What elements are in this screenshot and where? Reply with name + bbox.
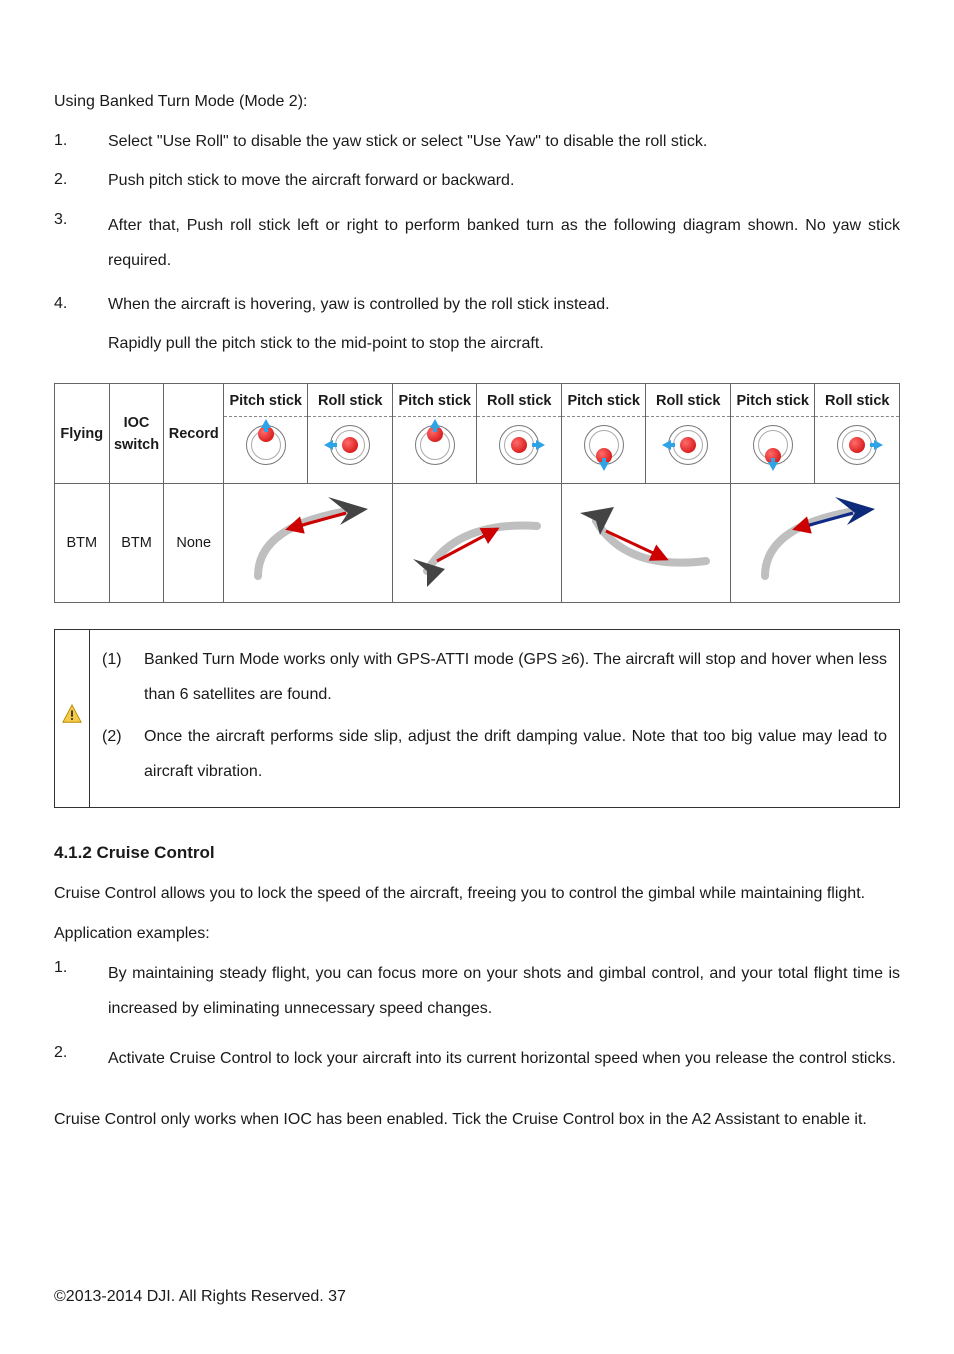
example-2: 2. Activate Cruise Control to lock your … [54, 1041, 900, 1076]
stick-icon [833, 421, 881, 469]
warning-text-cell: (1) Banked Turn Mode works only with GPS… [90, 630, 900, 808]
example-text: Activate Cruise Control to lock your air… [108, 1041, 900, 1076]
cell-record: Record [164, 383, 223, 483]
examples-heading: Application examples: [54, 922, 900, 947]
step-1: 1. Select "Use Roll" to disable the yaw … [54, 129, 900, 155]
stick-cell [308, 417, 393, 484]
step-number: 4. [54, 292, 108, 318]
stick-icon [664, 421, 712, 469]
step-text: After that, Push roll stick left or righ… [108, 208, 900, 278]
stick-icon [326, 421, 374, 469]
stick-icon [749, 421, 797, 469]
cell-ioc: IOC switch [109, 383, 164, 483]
stick-icon [580, 421, 628, 469]
warning-icon-cell [55, 630, 90, 808]
example-1: 1. By maintaining steady flight, you can… [54, 956, 900, 1026]
step-number: 1. [54, 129, 108, 155]
result-diagram [392, 484, 561, 603]
step-trailing: Rapidly pull the pitch stick to the mid-… [108, 332, 900, 357]
stick-cell [561, 417, 646, 484]
banked-turn-icon [735, 491, 895, 587]
example-number: 1. [54, 956, 108, 1026]
warning-number: (2) [102, 719, 144, 789]
cell-none: None [164, 484, 223, 603]
banked-turn-icon [397, 491, 557, 587]
banked-turn-icon [566, 491, 726, 587]
result-diagram [223, 484, 392, 603]
step-text: Select "Use Roll" to disable the yaw sti… [108, 129, 900, 155]
step-number: 2. [54, 168, 108, 194]
hdr-pitch: Pitch stick [392, 383, 477, 416]
stick-cell [477, 417, 562, 484]
stick-table: Flying IOC switch Record Pitch stick Rol… [54, 383, 900, 603]
hdr-pitch: Pitch stick [561, 383, 646, 416]
hdr-roll: Roll stick [815, 383, 900, 416]
example-number: 2. [54, 1041, 108, 1076]
btm-steps: 1. Select "Use Roll" to disable the yaw … [54, 129, 900, 357]
step-number: 3. [54, 208, 108, 278]
stick-cell [815, 417, 900, 484]
intro-line: Using Banked Turn Mode (Mode 2): [54, 90, 900, 115]
step-text: Push pitch stick to move the aircraft fo… [108, 168, 900, 194]
hdr-roll: Roll stick [308, 383, 393, 416]
step-2: 2. Push pitch stick to move the aircraft… [54, 168, 900, 194]
cell-btm: BTM [55, 484, 110, 603]
stick-cell [646, 417, 731, 484]
stick-cell [392, 417, 477, 484]
result-diagram [561, 484, 730, 603]
warning-number: (1) [102, 642, 144, 712]
example-text: By maintaining steady flight, you can fo… [108, 956, 900, 1026]
stick-icon [495, 421, 543, 469]
banked-turn-icon [228, 491, 388, 587]
hdr-roll: Roll stick [646, 383, 731, 416]
cell-flying: Flying [55, 383, 110, 483]
cruise-note: Cruise Control only works when IOC has b… [54, 1102, 900, 1137]
result-diagram [730, 484, 899, 603]
cell-btm-ioc: BTM [109, 484, 164, 603]
warning-item: (2) Once the aircraft performs side slip… [102, 719, 887, 789]
warning-icon [61, 703, 83, 725]
page-footer: ©2013-2014 DJI. All Rights Reserved. 37 [54, 1285, 346, 1310]
stick-cell [223, 417, 308, 484]
stick-cell [730, 417, 815, 484]
examples-list: 1. By maintaining steady flight, you can… [54, 956, 900, 1076]
section-heading: 4.1.2 Cruise Control [54, 840, 900, 866]
hdr-pitch: Pitch stick [730, 383, 815, 416]
cruise-intro: Cruise Control allows you to lock the sp… [54, 876, 900, 911]
step-4: 4. When the aircraft is hovering, yaw is… [54, 292, 900, 318]
hdr-pitch: Pitch stick [223, 383, 308, 416]
step-text: When the aircraft is hovering, yaw is co… [108, 292, 900, 318]
warning-box: (1) Banked Turn Mode works only with GPS… [54, 629, 900, 808]
step-3: 3. After that, Push roll stick left or r… [54, 208, 900, 278]
warning-item: (1) Banked Turn Mode works only with GPS… [102, 642, 887, 712]
hdr-roll: Roll stick [477, 383, 562, 416]
warning-text: Banked Turn Mode works only with GPS-ATT… [144, 642, 887, 712]
stick-icon [242, 421, 290, 469]
warning-text: Once the aircraft performs side slip, ad… [144, 719, 887, 789]
stick-icon [411, 421, 459, 469]
